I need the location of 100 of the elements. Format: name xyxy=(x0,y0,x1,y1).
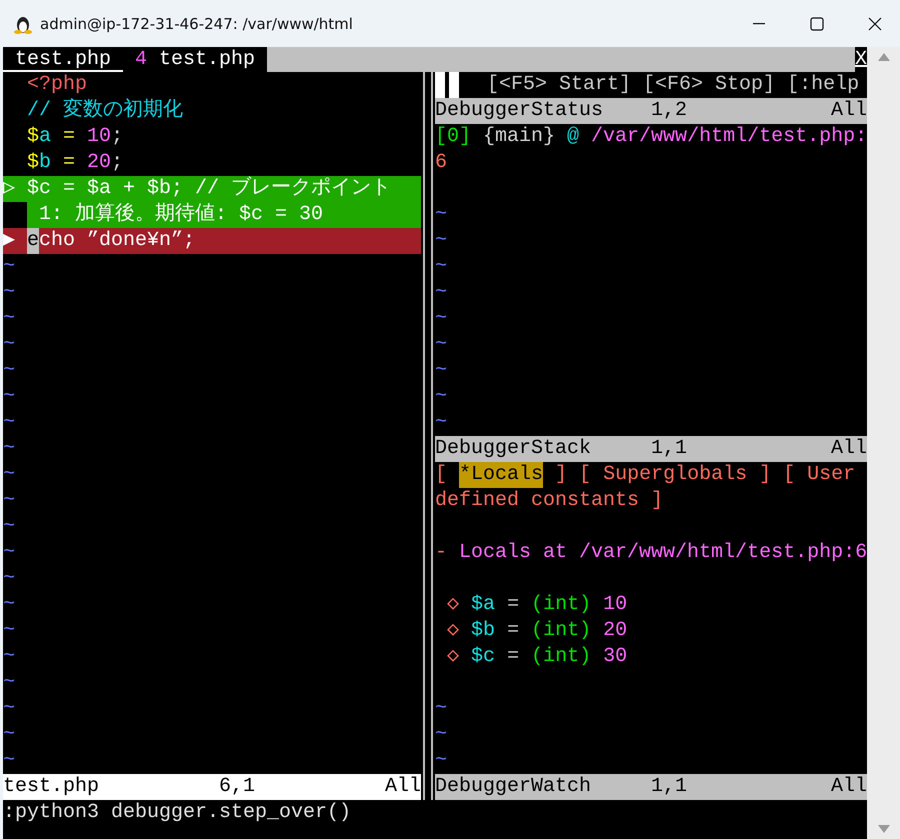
empty-line-tilde: ~ xyxy=(435,202,448,228)
variable-value: 20 xyxy=(603,618,628,644)
minimize-icon xyxy=(753,22,765,24)
editor-tab[interactable]: 4 test.php xyxy=(123,47,268,72)
variable-marker: ◇ xyxy=(447,592,460,618)
code-token: b xyxy=(39,150,52,176)
code-token: 10 xyxy=(87,124,112,150)
status-file-name: DebuggerStatus xyxy=(435,98,604,124)
bracket: ] xyxy=(555,462,568,488)
stack-frame-text: /var/www/html/test.php: xyxy=(591,124,868,150)
stack-frame-text: {main} xyxy=(483,124,556,150)
empty-line-tilde: ~ xyxy=(435,254,448,280)
empty-line-tilde: ~ xyxy=(3,410,16,436)
maximize-icon xyxy=(810,16,824,30)
stack-frame-text: [0] xyxy=(435,124,472,150)
empty-line-tilde: ~ xyxy=(3,332,16,358)
empty-line-tilde: ~ xyxy=(3,280,16,306)
empty-line-tilde: ~ xyxy=(3,644,16,670)
empty-line-tilde: ~ xyxy=(3,540,16,566)
variable-type: (int) xyxy=(531,644,592,670)
empty-line-tilde: ~ xyxy=(435,748,448,774)
status-scroll: All xyxy=(385,774,422,800)
empty-line-tilde: ~ xyxy=(3,462,16,488)
empty-line-tilde: ~ xyxy=(3,514,16,540)
empty-line-tilde: ~ xyxy=(435,280,448,306)
empty-line-tilde: ~ xyxy=(3,748,16,774)
empty-line-tilde: ~ xyxy=(3,592,16,618)
status-file-name: test.php xyxy=(3,774,100,800)
close-icon xyxy=(868,16,882,30)
status-position: 6,1 xyxy=(219,774,256,800)
cursor-block xyxy=(435,72,445,98)
variable-type: (int) xyxy=(531,618,592,644)
code-token: $ xyxy=(27,150,40,176)
editor-tab[interactable]: test.php xyxy=(3,47,124,72)
scroll-down-icon[interactable] xyxy=(878,825,890,833)
variable-value: 30 xyxy=(603,644,628,670)
empty-line-tilde: ~ xyxy=(435,696,448,722)
variable-type: (int) xyxy=(531,592,592,618)
command-line[interactable]: :python3 debugger.step_over() xyxy=(3,800,867,826)
close-tab-button[interactable]: X xyxy=(855,47,867,72)
code-text: $c = $a + $b; // ブレークポイント xyxy=(27,176,392,202)
cursor-block xyxy=(449,72,459,98)
status-scroll: All xyxy=(830,98,867,124)
empty-line-tilde: ~ xyxy=(435,332,448,358)
variable-name: $b xyxy=(471,618,496,644)
code-token: // 変数の初期化 xyxy=(27,98,184,124)
empty-line-tilde: ~ xyxy=(3,722,16,748)
empty-line-tilde: ~ xyxy=(435,410,448,436)
variable-name: $a xyxy=(471,592,496,618)
variable-value: 10 xyxy=(603,592,628,618)
bracket: [ xyxy=(435,462,448,488)
stack-frame-text: @ xyxy=(567,124,580,150)
line-number: 6 xyxy=(435,150,448,176)
scope-tab[interactable]: *Locals xyxy=(459,462,544,488)
debugger-toolbar: [<F5> Start] [<F6> Stop] [:help xyxy=(463,72,860,98)
window-title: admin@ip-172-31-46-247: /var/www/html xyxy=(40,14,354,32)
code-token: = xyxy=(62,124,76,150)
empty-line-tilde: ~ xyxy=(3,696,16,722)
code-token: a xyxy=(39,124,52,150)
scroll-up-icon[interactable] xyxy=(878,53,890,61)
empty-line-tilde: ~ xyxy=(3,254,16,280)
empty-line-tilde: ~ xyxy=(435,358,448,384)
empty-line-tilde: ~ xyxy=(3,618,16,644)
equals-sign: = xyxy=(507,592,520,618)
code-token: <?php xyxy=(27,72,88,98)
status-position: 1,2 xyxy=(651,98,688,124)
equals-sign: = xyxy=(507,618,520,644)
breakpoint-sign: ▷ xyxy=(3,176,16,202)
empty-line-tilde: ~ xyxy=(3,670,16,696)
empty-line-tilde: ~ xyxy=(3,566,16,592)
bracket: ] xyxy=(759,462,772,488)
equals-sign: = xyxy=(507,644,520,670)
empty-line-tilde: ~ xyxy=(3,436,16,462)
status-file-name: DebuggerStack xyxy=(435,436,592,462)
code-token: = xyxy=(62,150,76,176)
status-scroll: All xyxy=(830,436,867,462)
collapse-marker: - xyxy=(435,540,448,566)
scope-tab[interactable]: defined constants xyxy=(435,488,640,514)
empty-line-tilde: ~ xyxy=(3,358,16,384)
code-token: ; xyxy=(111,150,124,176)
text-cursor: e xyxy=(27,228,40,254)
empty-line-tilde: ~ xyxy=(3,306,16,332)
empty-line-tilde: ~ xyxy=(435,306,448,332)
empty-line-tilde: ~ xyxy=(435,384,448,410)
scope-tab[interactable]: Superglobals xyxy=(603,462,748,488)
scope-tab[interactable]: User xyxy=(807,462,856,488)
program-counter-sign: ▶ xyxy=(3,228,16,254)
status-position: 1,1 xyxy=(651,436,688,462)
locals-heading: Locals at /var/www/html/test.php:6 xyxy=(459,540,868,566)
bracket: [ xyxy=(783,462,796,488)
status-file-name: DebuggerWatch xyxy=(435,774,592,800)
bracket: [ xyxy=(579,462,592,488)
empty-line-tilde: ~ xyxy=(435,228,448,254)
variable-name: $c xyxy=(471,644,496,670)
empty-line-tilde: ~ xyxy=(435,722,448,748)
scrollbar[interactable] xyxy=(867,47,900,839)
empty-line-tilde: ~ xyxy=(3,384,16,410)
pane-divider[interactable] xyxy=(423,72,433,800)
status-scroll: All xyxy=(830,774,867,800)
code-token: ; xyxy=(111,124,124,150)
